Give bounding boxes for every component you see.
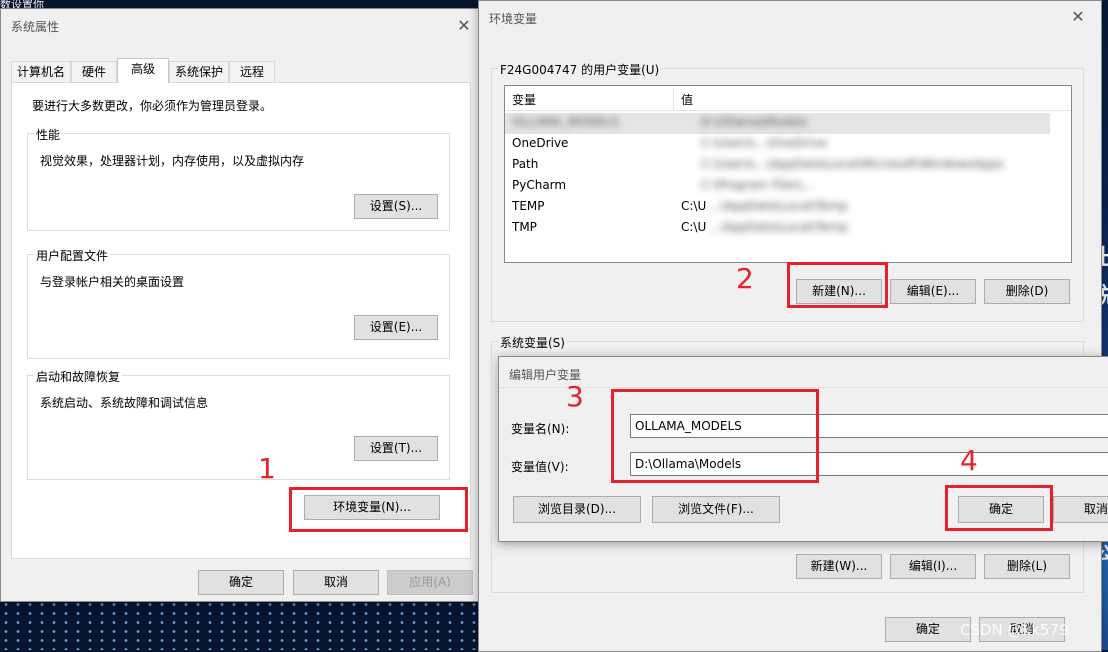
startup-recovery-desc: 系统启动、系统故障和调试信息 [40, 396, 209, 410]
browse-directory-button[interactable]: 浏览目录(D)... [513, 496, 641, 523]
variable-value-redacted: ...\AppData\Local\Temp [709, 199, 848, 213]
tab-computer-name[interactable]: 计算机名 [11, 61, 71, 83]
column-header-value[interactable]: 值 [681, 91, 693, 108]
variable-value: C:\U [681, 220, 707, 234]
user-profile-desc: 与登录帐户相关的桌面设置 [40, 275, 185, 289]
browse-file-button[interactable]: 浏览文件(F)... [652, 496, 780, 523]
watermark: CSDN @kk579 [960, 621, 1069, 639]
annotation-box-4 [945, 485, 1053, 531]
performance-group: 性能 视觉效果，处理器计划，内存使用，以及虚拟内存 设置(S)... [27, 126, 450, 231]
list-item[interactable]: Path C:\Users\...\AppData\Local\Microsof… [505, 155, 1050, 176]
tab-advanced[interactable]: 高级 [117, 58, 169, 83]
column-header-variable[interactable]: 变量 [512, 91, 536, 108]
variable-name: OneDrive [512, 136, 569, 150]
system-edit-button[interactable]: 编辑(I)... [890, 554, 976, 579]
list-item[interactable]: OLLAMA_MODELS D:\Ollama\Models [505, 113, 1050, 134]
variable-name: TMP [512, 220, 537, 234]
list-item[interactable]: OneDrive C:\Users\...\OneDrive [505, 134, 1050, 155]
system-delete-button[interactable]: 删除(L) [984, 554, 1070, 579]
cancel-button[interactable]: 取消 [293, 570, 379, 595]
user-variables-list[interactable]: 变量 值 OLLAMA_MODELS D:\Ollama\Models OneD… [504, 85, 1072, 263]
performance-settings-button[interactable]: 设置(S)... [354, 194, 438, 219]
startup-recovery-group: 启动和故障恢复 系统启动、系统故障和调试信息 设置(T)... [27, 368, 450, 480]
user-profile-group: 用户配置文件 与登录帐户相关的桌面设置 设置(E)... [27, 247, 450, 359]
annotation-number-4: 4 [960, 444, 978, 477]
list-header: 变量 值 [505, 86, 1071, 111]
window-title: 环境变量 [489, 12, 538, 26]
cancel-button[interactable]: 取消 [1053, 496, 1108, 523]
variable-name: Path [512, 157, 539, 171]
desktop-dots [0, 600, 480, 650]
user-profile-settings-button[interactable]: 设置(E)... [354, 315, 438, 340]
user-edit-button[interactable]: 编辑(E)... [890, 279, 976, 304]
variable-value-label: 变量值(V): [511, 460, 569, 474]
close-icon[interactable]: ✕ [1071, 9, 1085, 25]
variable-name-label: 变量名(N): [511, 422, 570, 436]
user-delete-button[interactable]: 删除(D) [984, 279, 1070, 304]
annotation-box-2 [787, 262, 888, 308]
dialog-title-separator [499, 387, 1108, 388]
annotation-box-1 [289, 487, 468, 532]
variable-name: OLLAMA_MODELS [512, 115, 619, 129]
list-item[interactable]: TMP C:\U ...\AppData\Local\Temp [505, 218, 1050, 239]
variable-name: TEMP [512, 199, 545, 213]
annotation-number-3: 3 [566, 380, 584, 413]
tab-system-protection[interactable]: 系统保护 [169, 61, 229, 83]
environment-variables-window: 环境变量 ✕ F24G004747 的用户变量(U) 变量 值 OLLAMA_M… [478, 0, 1102, 652]
variable-value: C:\Users\...\OneDrive [701, 136, 828, 150]
annotation-number-2: 2 [736, 262, 754, 295]
startup-recovery-label: 启动和故障恢复 [34, 368, 123, 385]
system-variables-label: 系统变量(S) [498, 334, 567, 351]
apply-button[interactable]: 应用(A) [387, 570, 473, 595]
variable-value: C:\U [681, 199, 707, 213]
system-new-button[interactable]: 新建(W)... [796, 554, 882, 579]
annotation-box-3 [611, 389, 819, 483]
ok-button[interactable]: 确定 [885, 617, 971, 642]
window-title: 系统属性 [11, 20, 60, 34]
variable-value: D:\Ollama\Models [701, 115, 808, 129]
user-profile-label: 用户配置文件 [34, 247, 111, 264]
variable-value: C:\Program Files\... [701, 178, 814, 192]
tab-remote[interactable]: 远程 [229, 61, 275, 83]
ok-button[interactable]: 确定 [198, 570, 284, 595]
tab-hardware[interactable]: 硬件 [71, 61, 117, 83]
annotation-number-1: 1 [258, 452, 276, 485]
user-variables-label: F24G004747 的用户变量(U) [498, 61, 662, 78]
performance-desc: 视觉效果，处理器计划，内存使用，以及虚拟内存 [40, 154, 305, 168]
performance-label: 性能 [34, 126, 63, 143]
variable-value-redacted: ...\AppData\Local\Temp [709, 220, 848, 234]
admin-notice: 要进行大多数更改，你必须作为管理员登录。 [32, 99, 273, 113]
variable-name: PyCharm [512, 178, 567, 192]
startup-recovery-settings-button[interactable]: 设置(T)... [354, 436, 438, 461]
column-divider [673, 88, 674, 110]
variable-value: C:\Users\...\AppData\Local\Microsoft\Win… [701, 157, 1004, 171]
close-icon[interactable]: ✕ [457, 18, 471, 34]
list-item[interactable]: PyCharm C:\Program Files\... [505, 176, 1050, 197]
list-item[interactable]: TEMP C:\U ...\AppData\Local\Temp [505, 197, 1050, 218]
